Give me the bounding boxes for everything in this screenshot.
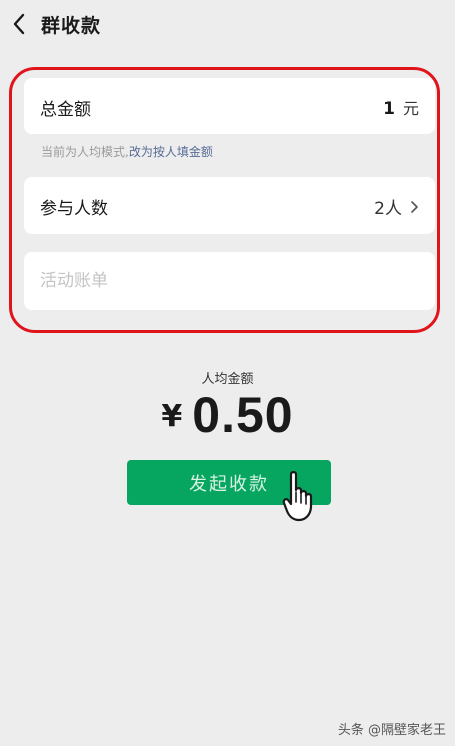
header-bar: 群收款 xyxy=(0,0,455,48)
hand-pointer-icon xyxy=(282,471,313,522)
back-button[interactable] xyxy=(6,10,32,38)
average-amount-label: 人均金额 xyxy=(201,372,254,387)
chevron-left-icon xyxy=(13,13,25,35)
currency-symbol: ¥ xyxy=(161,399,183,434)
average-amount: ¥ 0.50 xyxy=(0,386,455,444)
highlight-annotation xyxy=(9,67,440,333)
watermark: 头条 @隔壁家老王 xyxy=(337,723,446,738)
average-amount-value: 0.50 xyxy=(192,387,294,443)
page-title: 群收款 xyxy=(41,15,102,37)
